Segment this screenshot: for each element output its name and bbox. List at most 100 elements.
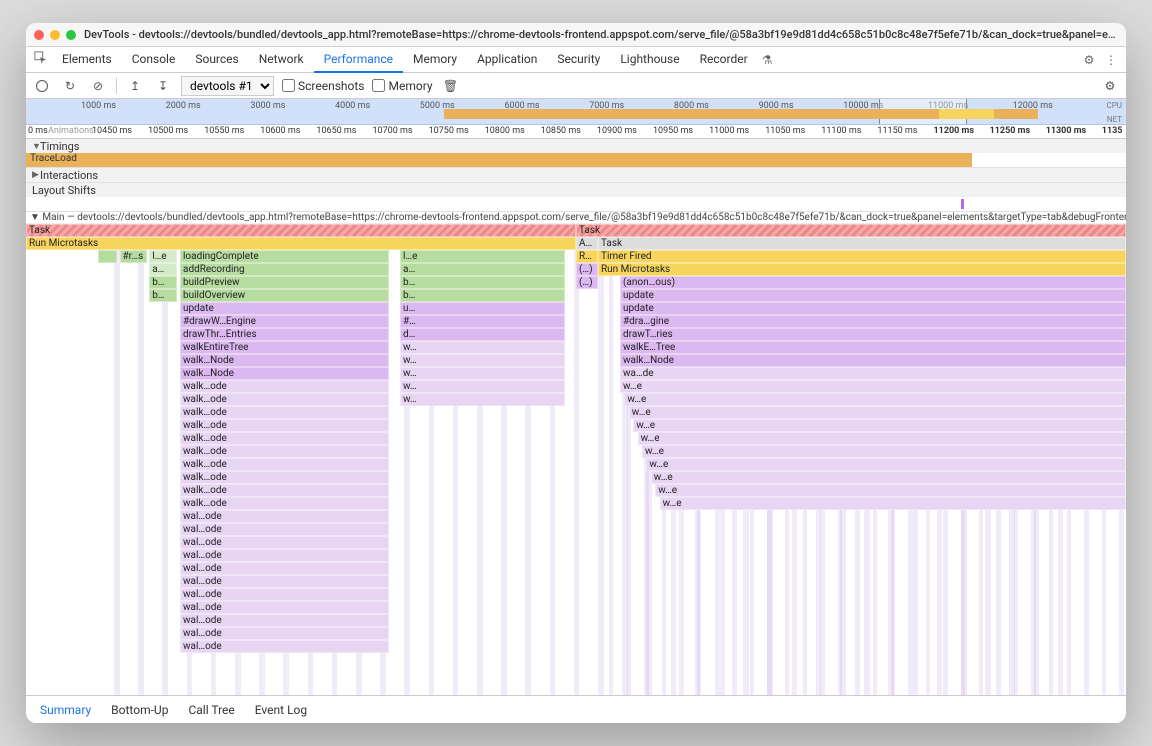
flame-entry[interactable]: wal…ode (180, 549, 389, 562)
more-icon[interactable]: ⋮ (1100, 53, 1122, 67)
flame-entry[interactable]: w…e (633, 419, 1126, 432)
flame-entry[interactable]: loadingComplete (180, 250, 389, 263)
flame-entry[interactable]: A… (576, 237, 598, 250)
flame-entry[interactable]: Task (598, 237, 1126, 250)
flame-entry[interactable]: wal…ode (180, 627, 389, 640)
tab-application[interactable]: Application (467, 47, 547, 73)
flame-entry[interactable]: b… (149, 276, 177, 289)
flame-entry[interactable]: walk…ode (180, 393, 389, 406)
flame-entry[interactable]: a… (400, 263, 565, 276)
flame-entry[interactable]: wal…ode (180, 562, 389, 575)
tab-console[interactable]: Console (122, 47, 186, 73)
flame-entry[interactable]: l…e (149, 250, 177, 263)
flame-entry[interactable]: (anon…ous) (620, 276, 1126, 289)
flame-entry[interactable]: w… (400, 354, 565, 367)
flame-entry[interactable]: walk…ode (180, 484, 389, 497)
flame-entry[interactable]: (…) (576, 263, 598, 276)
save-button[interactable]: ↧ (153, 76, 173, 96)
flame-entry[interactable]: (…) (576, 276, 598, 289)
trace-load-bar[interactable]: TraceLoad (26, 153, 972, 167)
flame-entry[interactable]: walk…Node (620, 354, 1126, 367)
flame-entry[interactable]: w…e (620, 380, 1126, 393)
flame-entry[interactable]: Run Microtasks (26, 237, 576, 250)
close-icon[interactable] (34, 30, 44, 40)
flame-entry[interactable]: wa…de (620, 367, 1126, 380)
flame-entry[interactable]: wal…ode (180, 510, 389, 523)
details-tab-event-log[interactable]: Event Log (245, 696, 317, 724)
flame-entry[interactable]: walk…ode (180, 380, 389, 393)
flame-entry[interactable]: wal…ode (180, 640, 389, 653)
flame-entry[interactable]: wal…ode (180, 523, 389, 536)
flame-entry[interactable]: w…e (660, 497, 1126, 510)
flame-entry[interactable]: update (620, 289, 1126, 302)
tab-security[interactable]: Security (547, 47, 610, 73)
flame-entry[interactable]: wal…ode (180, 536, 389, 549)
flame-entry[interactable]: walkEntireTree (180, 341, 389, 354)
flame-entry[interactable]: walk…ode (180, 445, 389, 458)
tab-recorder[interactable]: Recorder (690, 47, 758, 73)
flame-entry[interactable]: walk…Node (180, 367, 389, 380)
flame-entry[interactable]: walk…Node (180, 354, 389, 367)
flame-entry[interactable]: b… (149, 289, 177, 302)
tab-memory[interactable]: Memory (403, 47, 467, 73)
details-tab-call-tree[interactable]: Call Tree (178, 696, 244, 724)
flame-entry[interactable]: w… (400, 367, 565, 380)
flame-entry[interactable]: w…e (642, 445, 1126, 458)
record-button[interactable] (32, 76, 52, 96)
flame-chart[interactable]: TaskRun Microtasks#r…sl…ea…b…b…loadingCo… (26, 224, 1126, 695)
flame-entry[interactable]: wal…ode (180, 601, 389, 614)
flame-entry[interactable]: w…e (646, 458, 1126, 471)
flame-entry[interactable] (98, 250, 118, 263)
flame-entry[interactable]: update (180, 302, 389, 315)
flame-entry[interactable]: w…e (638, 432, 1126, 445)
settings-icon[interactable]: ⚙ (1078, 53, 1100, 67)
flame-entry[interactable]: Timer Fired (598, 250, 1126, 263)
flame-entry[interactable]: #dra…gine (620, 315, 1126, 328)
flame-entry[interactable]: walk…ode (180, 471, 389, 484)
flame-entry[interactable]: wal…ode (180, 614, 389, 627)
flame-entry[interactable]: walk…ode (180, 458, 389, 471)
flame-entry[interactable]: R… (576, 250, 598, 263)
flame-entry[interactable]: walk…ode (180, 497, 389, 510)
flame-entry[interactable]: Task (26, 224, 576, 237)
flame-entry[interactable]: buildOverview (180, 289, 389, 302)
flame-entry[interactable]: update (620, 302, 1126, 315)
flame-entry[interactable]: w…e (624, 393, 1126, 406)
tab-network[interactable]: Network (249, 47, 314, 73)
flame-entry[interactable]: walkE…Tree (620, 341, 1126, 354)
load-button[interactable]: ↥ (125, 76, 145, 96)
flame-entry[interactable]: walk…ode (180, 432, 389, 445)
reload-record-button[interactable]: ↻ (60, 76, 80, 96)
flame-entry[interactable]: u… (400, 302, 565, 315)
flame-entry[interactable]: w… (400, 393, 565, 406)
flame-entry[interactable]: Task (576, 224, 1126, 237)
main-thread-header[interactable]: ▼ Main — devtools://devtools/bundled/dev… (26, 212, 1126, 224)
layout-shifts-header[interactable]: Layout Shifts (26, 183, 1126, 197)
flame-entry[interactable]: b… (400, 276, 565, 289)
flame-entry[interactable]: walk…ode (180, 419, 389, 432)
memory-checkbox[interactable]: Memory (372, 79, 432, 93)
flame-entry[interactable]: wal…ode (180, 575, 389, 588)
flame-entry[interactable]: l…e (400, 250, 565, 263)
flame-entry[interactable]: wal…ode (180, 588, 389, 601)
detail-ruler[interactable]: 0 ms Animations 10450 ms10500 ms10550 ms… (26, 125, 1126, 139)
timings-header[interactable]: ▼Timings (26, 139, 1126, 153)
flame-entry[interactable]: Run Microtasks (598, 263, 1126, 276)
flame-entry[interactable]: addRecording (180, 263, 389, 276)
settings-gear-icon[interactable]: ⚙ (1100, 76, 1120, 96)
clear-button[interactable]: ⊘ (88, 76, 108, 96)
flame-entry[interactable]: w…e (651, 471, 1126, 484)
flame-entry[interactable]: b… (400, 289, 565, 302)
flame-entry[interactable]: d… (400, 328, 565, 341)
flame-entry[interactable]: #… (400, 315, 565, 328)
flame-entry[interactable]: a… (149, 263, 177, 276)
timeline-overview[interactable]: 1000 ms2000 ms3000 ms4000 ms5000 ms6000 … (26, 99, 1126, 125)
details-tab-summary[interactable]: Summary (30, 696, 101, 724)
inspect-icon[interactable] (30, 51, 52, 68)
interactions-header[interactable]: ▶Interactions (26, 168, 1126, 182)
flame-entry[interactable]: w… (400, 341, 565, 354)
flame-entry[interactable]: walk…ode (180, 406, 389, 419)
flame-entry[interactable]: w… (400, 380, 565, 393)
tab-lighthouse[interactable]: Lighthouse (610, 47, 689, 73)
minimize-icon[interactable] (50, 30, 60, 40)
